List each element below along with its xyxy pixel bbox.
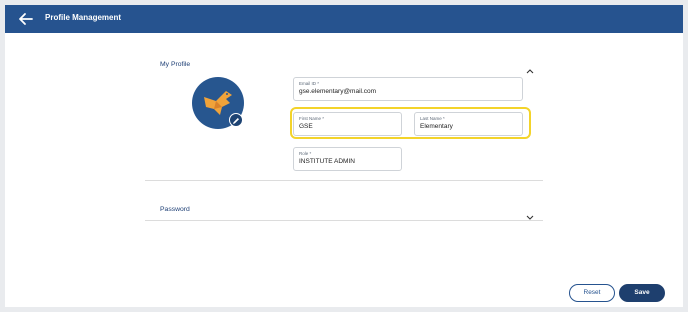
email-value: gse.elementary@mail.com: [299, 88, 377, 95]
last-name-field[interactable]: Last Name * Elementary: [414, 112, 523, 136]
my-profile-section-title: My Profile: [160, 61, 191, 68]
edit-avatar-button[interactable]: [229, 113, 243, 127]
last-name-label: Last Name *: [420, 116, 445, 121]
first-name-value: GSE: [299, 123, 313, 130]
profile-card: My Profile Email ID * gse.elementary@mai…: [5, 33, 683, 307]
pencil-icon: [233, 118, 239, 124]
role-label: Role *: [299, 151, 312, 156]
collapse-profile-button[interactable]: [526, 61, 534, 74]
page: Profile Management My Profile Email ID *: [0, 0, 688, 312]
role-value: INSTITUTE ADMIN: [299, 158, 355, 165]
back-button[interactable]: [17, 10, 35, 28]
profile-divider: [145, 180, 543, 181]
page-title: Profile Management: [45, 13, 122, 22]
role-field: Role * INSTITUTE ADMIN: [293, 147, 402, 171]
arrow-left-icon: [19, 13, 33, 25]
password-divider: [145, 220, 543, 221]
last-name-value: Elementary: [420, 123, 453, 130]
first-name-label: First Name *: [299, 116, 325, 121]
first-name-field[interactable]: First Name * GSE: [293, 112, 402, 136]
expand-password-button[interactable]: [526, 208, 534, 220]
email-field[interactable]: Email ID * gse.elementary@mail.com: [293, 77, 523, 101]
reset-button[interactable]: Reset: [569, 284, 615, 302]
save-button[interactable]: Save: [619, 284, 665, 302]
password-section-title[interactable]: Password: [160, 206, 190, 213]
top-app-bar: Profile Management: [5, 5, 683, 33]
email-label: Email ID *: [299, 81, 320, 86]
chevron-up-icon: [526, 69, 534, 74]
